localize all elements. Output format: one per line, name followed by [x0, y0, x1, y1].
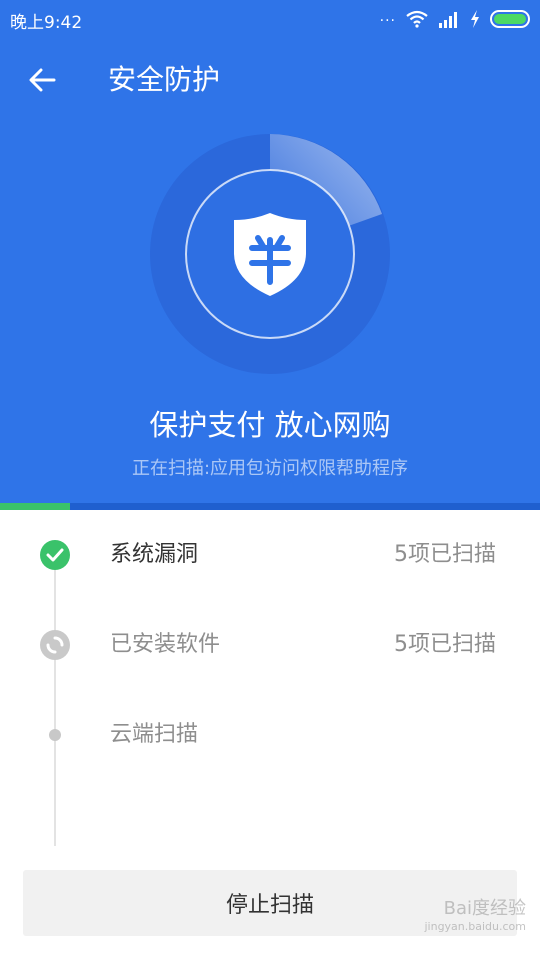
loading-icon	[40, 630, 70, 660]
scan-item-system-vulnerability: 系统漏洞 5项已扫描	[0, 525, 540, 585]
back-button[interactable]	[22, 60, 62, 100]
timeline-line	[54, 560, 56, 846]
dot-icon	[49, 729, 61, 741]
battery-fill	[494, 14, 526, 24]
scan-item-installed-apps: 已安装软件 5项已扫描	[0, 615, 540, 675]
header-panel: 晚上9:42 ... 安全防护 保护支付 放心网购 正在扫描:应用包访问权限帮助…	[0, 0, 540, 504]
scan-status-text: 正在扫描:应用包访问权限帮助程序	[131, 458, 409, 479]
page-title: 安全防护	[108, 63, 221, 96]
arrow-left-icon	[29, 68, 56, 92]
slogan-text: 保护支付 放心网购	[149, 408, 391, 442]
status-bar: 晚上9:42 ...	[0, 0, 540, 38]
watermark-subtext: jingyan.baidu.com	[424, 919, 526, 933]
scan-progress-fill	[0, 503, 71, 510]
scan-item-label: 云端扫描	[110, 722, 199, 747]
battery-icon	[490, 10, 530, 28]
scan-radar	[150, 134, 390, 374]
scan-item-label: 已安装软件	[110, 632, 221, 657]
status-time: 晚上9:42	[10, 13, 83, 33]
scan-item-label: 系统漏洞	[110, 542, 199, 567]
watermark: Bai度经验 jingyan.baidu.com	[424, 898, 526, 933]
status-icons: ...	[380, 9, 530, 29]
scan-item-cloud-scan: 云端扫描	[0, 705, 540, 765]
signal-icon	[439, 12, 457, 28]
scan-item-count: 5项已扫描	[394, 632, 496, 657]
more-dots-icon: ...	[379, 9, 396, 25]
wifi-icon	[406, 10, 428, 28]
watermark-text: Bai度经验	[443, 898, 526, 919]
check-circle-icon	[40, 540, 70, 570]
scan-progress-bar	[0, 503, 540, 510]
charging-bolt-icon	[471, 10, 479, 28]
scan-item-count: 5项已扫描	[394, 542, 496, 567]
